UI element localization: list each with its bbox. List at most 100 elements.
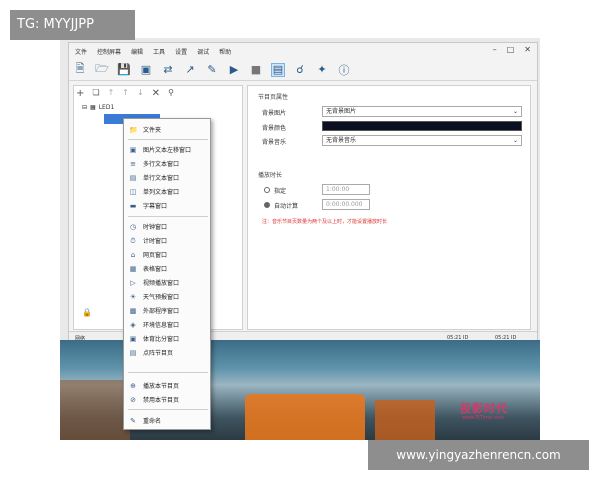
menu-item-disable-page[interactable]: ⊘ 禁用本节目页	[124, 393, 210, 406]
tree-toolbar: + ❏ ↑ ↑ ↓ ✕ ⚲	[76, 88, 174, 99]
timer-icon: ⏱	[130, 236, 136, 245]
search-icon[interactable]: ⚲	[168, 88, 174, 99]
menu-control-screen[interactable]: 控制屏幕	[97, 47, 121, 56]
bg-color-swatch[interactable]	[322, 121, 522, 131]
screen-settings-icon[interactable]: ▣	[139, 63, 153, 77]
minimize-icon[interactable]: –	[493, 45, 497, 54]
monitor-photo: 文件 控制屏幕 编辑 工具 设置 调试 帮助 – □ ✕ 🗎 🗁 💾 ▣ ⇄ ↗	[60, 38, 540, 440]
stop-icon[interactable]: ■	[249, 63, 263, 77]
menu-tools[interactable]: 工具	[153, 47, 165, 56]
tree-root-led[interactable]: ⊟ ▦ LED1	[82, 104, 114, 111]
menu-item-label: 网页窗口	[143, 252, 168, 259]
menu-item-label: 视频播放窗口	[143, 280, 180, 287]
play-page-icon: ⊕	[130, 381, 136, 390]
menu-item-timer[interactable]: ⏱ 计时窗口	[124, 234, 210, 247]
folder-icon: 📁	[129, 125, 138, 134]
menu-item-sports-score[interactable]: ▣ 体育比分窗口	[124, 332, 210, 345]
disable-icon: ⊘	[130, 395, 136, 404]
menu-item-label: 点阵节目页	[143, 350, 174, 357]
lock-icon[interactable]: 🔒	[82, 308, 92, 317]
auto-calc-radio[interactable]	[264, 202, 270, 208]
menu-separator	[128, 372, 208, 373]
rename-icon: ✎	[130, 416, 136, 425]
menu-item-multiline-text[interactable]: ≡ 多行文本窗口	[124, 157, 210, 170]
add-icon[interactable]: +	[76, 88, 84, 99]
site-overlay-tag: www.yingyazhenrencn.com	[368, 440, 589, 470]
weather-icon: ☀	[129, 292, 137, 301]
menu-item-label: 文件夹	[143, 127, 162, 134]
menu-item-label: 体育比分窗口	[143, 336, 180, 343]
environment-icon: ◈	[130, 320, 136, 329]
menu-item-label: 环境信息窗口	[143, 322, 180, 329]
move-down-icon[interactable]: ↓	[137, 88, 144, 99]
copy-icon[interactable]: ❏	[92, 88, 99, 99]
export-icon[interactable]: ↗	[183, 63, 197, 77]
menu-item-subtitle[interactable]: ▬ 字幕窗口	[124, 199, 210, 212]
bg-music-value: 无背景音乐	[326, 137, 357, 144]
menu-item-weather[interactable]: ☀ 天气预报窗口	[124, 290, 210, 303]
play-duration-title: 播放时长	[258, 172, 283, 179]
menu-item-label: 禁用本节目页	[143, 397, 180, 404]
edit-icon[interactable]: ✎	[205, 63, 219, 77]
video-icon: ▷	[130, 278, 136, 287]
menu-item-play-page[interactable]: ⊕ 播放本节目页	[124, 379, 210, 392]
tg-overlay-tag: TG: MYYJJPP	[10, 10, 135, 40]
bg-music-select[interactable]: 无背景音乐 ⌄	[322, 135, 522, 146]
menu-item-label: 重命名	[143, 418, 162, 425]
new-file-icon[interactable]: 🗎	[73, 62, 87, 77]
move-up-icon[interactable]: ↑	[108, 88, 115, 99]
scenery-sunset-reflection	[375, 400, 435, 440]
external-program-icon: ▩	[129, 306, 137, 315]
menu-edit[interactable]: 编辑	[131, 47, 143, 56]
single-column-text-icon: ◫	[129, 187, 137, 196]
menu-item-table[interactable]: ▦ 表格窗口	[124, 262, 210, 275]
auto-calc-input[interactable]: 0:00:00.000	[322, 199, 370, 210]
save-icon[interactable]: 💾	[117, 63, 131, 77]
move-up-icon-2[interactable]: ↑	[122, 88, 129, 99]
close-icon[interactable]: ✕	[524, 45, 531, 54]
play-icon[interactable]: ▶	[227, 63, 241, 77]
menu-item-single-column-text[interactable]: ◫ 单列文本窗口	[124, 185, 210, 198]
send-icon[interactable]: ⇄	[161, 63, 175, 77]
menu-item-webpage[interactable]: ⌂ 网页窗口	[124, 248, 210, 261]
menu-debug[interactable]: 调试	[197, 47, 209, 56]
menu-item-label: 表格窗口	[143, 266, 168, 273]
menu-item-clock[interactable]: ◷ 时钟窗口	[124, 220, 210, 233]
menu-item-external-program[interactable]: ▩ 外部程序窗口	[124, 304, 210, 317]
preview-icon[interactable]: ☌	[293, 63, 307, 77]
menu-item-single-line-text[interactable]: ▤ 单行文本窗口	[124, 171, 210, 184]
dot-matrix-icon: ▤	[129, 348, 137, 357]
bg-image-select[interactable]: 无背景图片 ⌄	[322, 106, 522, 117]
menu-item-image-text[interactable]: ▣ 图片文本左移窗口	[124, 143, 210, 156]
image-text-icon: ▣	[129, 145, 137, 154]
open-folder-icon[interactable]: 🗁	[95, 62, 109, 77]
tools-icon[interactable]: ✦	[315, 63, 329, 77]
menu-item-label: 天气预报窗口	[143, 294, 180, 301]
menu-item-video[interactable]: ▷ 视频播放窗口	[124, 276, 210, 289]
delete-icon[interactable]: ✕	[152, 88, 160, 99]
menu-item-environment[interactable]: ◈ 环境信息窗口	[124, 318, 210, 331]
menu-settings[interactable]: 设置	[175, 47, 187, 56]
display-icon[interactable]: ▤	[271, 62, 285, 77]
chevron-down-icon: ⌄	[512, 108, 518, 115]
sports-score-icon: ▣	[129, 334, 137, 343]
context-menu: 📁 文件夹 ▣ 图片文本左移窗口 ≡ 多行文本窗口 ▤ 单行文本窗口 ◫ 单列文…	[123, 118, 211, 430]
fixed-duration-radio[interactable]	[264, 187, 270, 193]
window-controls: – □ ✕	[493, 45, 531, 54]
menu-item-rename[interactable]: ✎ 重命名	[124, 414, 210, 427]
scenery-sunset	[245, 394, 365, 440]
menu-file[interactable]: 文件	[75, 47, 87, 56]
info-icon[interactable]: ⓘ	[337, 63, 351, 77]
menu-help[interactable]: 帮助	[219, 47, 231, 56]
watermark-logo: 投影时代	[460, 402, 508, 415]
menu-item-dot-matrix[interactable]: ▤ 点阵节目页	[124, 346, 210, 359]
properties-pane: 节目页属性 背景图片 无背景图片 ⌄ 背景颜色 背景音乐 无背景音乐 ⌄ 播放时…	[247, 85, 531, 330]
bg-image-label: 背景图片	[262, 110, 287, 117]
menu-item-label: 计时窗口	[143, 238, 168, 245]
maximize-icon[interactable]: □	[507, 45, 515, 54]
menu-item-label: 外部程序窗口	[143, 308, 180, 315]
collapse-icon[interactable]: ⊟	[82, 104, 87, 111]
fixed-duration-input[interactable]: 1:00:00	[322, 184, 370, 195]
menu-item-folder[interactable]: 📁 文件夹	[124, 123, 210, 136]
menu-separator	[128, 139, 208, 140]
